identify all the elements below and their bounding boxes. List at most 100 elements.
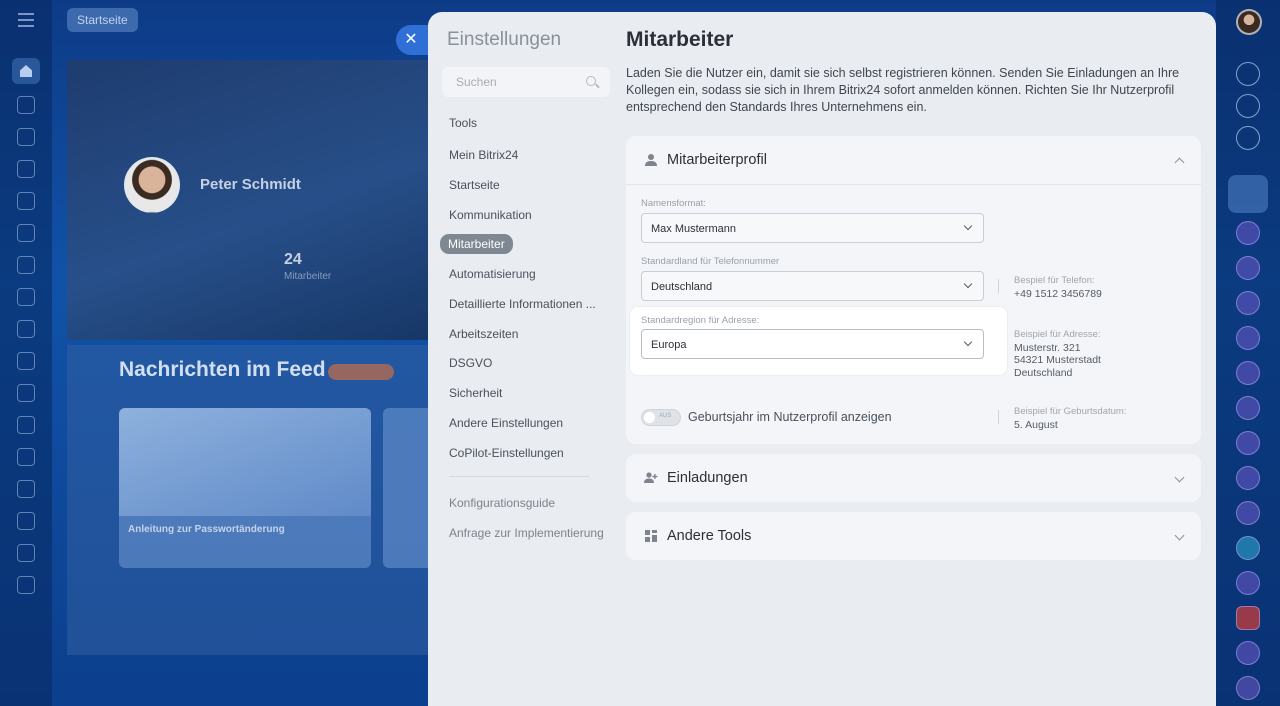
phone-example-value: +49 1512 3456789 (1014, 287, 1102, 300)
rail-icon[interactable] (17, 448, 35, 466)
rail-icon[interactable] (17, 128, 35, 146)
nav-item-automatisierung[interactable]: Automatisierung (449, 267, 536, 281)
phone-country-select[interactable]: Deutschland (641, 271, 984, 301)
settings-nav: Einstellungen Suchen Tools Mein Bitrix24… (428, 12, 614, 706)
nav-item-dsgvo[interactable]: DSGVO (449, 356, 492, 370)
breadcrumb[interactable]: Startseite (67, 8, 138, 32)
address-region-field: Standardregion für Adresse: Europa (630, 307, 1007, 375)
close-button[interactable]: ✕ (396, 25, 430, 55)
nav-item-copilot-einstellungen[interactable]: CoPilot-Einstellungen (449, 446, 564, 460)
nav-item-sicherheit[interactable]: Sicherheit (449, 386, 502, 400)
rail-icon[interactable] (17, 416, 35, 434)
nav-item-arbeitszeiten[interactable]: Arbeitszeiten (449, 327, 518, 341)
address-region-value: Europa (651, 339, 687, 351)
nav-item-konfigurationsguide[interactable]: Konfigurationsguide (449, 496, 555, 510)
left-rail (0, 0, 52, 706)
home-icon[interactable] (12, 58, 40, 84)
profile-name: Peter Schmidt (200, 176, 301, 193)
nav-item-andere-einstellungen[interactable]: Andere Einstellungen (449, 416, 563, 430)
add-user-icon (644, 472, 658, 483)
chat-avatar[interactable] (1236, 291, 1260, 315)
chevron-down-icon (963, 337, 973, 347)
copilot-icon[interactable] (1236, 94, 1260, 118)
phone-country-label: Standardland für Telefonnummer (641, 256, 780, 267)
page-description: Laden Sie die Nutzer ein, damit sie sich… (626, 66, 1180, 114)
address-example-line: Deutschland (1014, 366, 1073, 379)
chat-avatar[interactable] (1236, 396, 1260, 420)
search-icon[interactable] (1236, 126, 1260, 150)
rail-icon[interactable] (17, 480, 35, 498)
nav-item-tools[interactable]: Tools (449, 116, 477, 130)
rail-icon[interactable] (17, 256, 35, 274)
profile-section: Mitarbeiterprofil Namensformat: Max Must… (626, 136, 1201, 444)
nav-item-detaillierte-informationen[interactable]: Detaillierte Informationen ... (449, 297, 596, 311)
birth-year-toggle-label: Geburtsjahr im Nutzerprofil anzeigen (688, 410, 892, 424)
rail-icon[interactable] (17, 576, 35, 594)
other-tools-section[interactable]: Andere Tools (626, 512, 1201, 560)
chevron-up-icon[interactable] (1174, 157, 1185, 168)
chat-avatar[interactable] (1236, 676, 1260, 700)
invitations-section[interactable]: Einladungen (626, 454, 1201, 502)
grid-icon (645, 530, 657, 542)
nav-item-startseite[interactable]: Startseite (449, 178, 500, 192)
rail-icon[interactable] (17, 160, 35, 178)
search-icon (586, 76, 596, 86)
invitations-section-title: Einladungen (667, 470, 748, 486)
chat-avatar[interactable] (1236, 466, 1260, 490)
settings-panel: Einstellungen Suchen Tools Mein Bitrix24… (428, 12, 1216, 706)
separator (998, 279, 999, 293)
name-format-value: Max Mustermann (651, 223, 736, 235)
active-chat[interactable] (1228, 175, 1268, 213)
rail-icon[interactable] (17, 512, 35, 530)
rail-icon[interactable] (17, 320, 35, 338)
rail-icon[interactable] (17, 96, 35, 114)
profile-banner (67, 60, 447, 340)
feed-badge (328, 364, 394, 380)
employee-count-label: Mitarbeiter (284, 271, 332, 282)
chat-avatar[interactable] (1236, 326, 1260, 350)
chat-avatar[interactable] (1236, 606, 1260, 630)
name-format-select[interactable]: Max Mustermann (641, 213, 984, 243)
address-region-select[interactable]: Europa (641, 329, 984, 359)
invitations-section-header[interactable]: Einladungen (626, 454, 1201, 502)
chat-avatar[interactable] (1236, 431, 1260, 455)
chat-avatar[interactable] (1236, 256, 1260, 280)
nav-item-kommunikation[interactable]: Kommunikation (449, 208, 532, 222)
bell-icon[interactable] (1236, 62, 1260, 86)
user-avatar[interactable] (1236, 9, 1262, 35)
rail-icon[interactable] (17, 224, 35, 242)
separator (998, 410, 999, 424)
search-input[interactable]: Suchen (442, 67, 610, 97)
rail-icon[interactable] (17, 384, 35, 402)
employee-count: 24 (284, 251, 302, 268)
other-tools-section-title: Andere Tools (667, 528, 752, 544)
page-title: Mitarbeiter (626, 28, 734, 51)
chat-avatar[interactable] (1236, 501, 1260, 525)
avatar (124, 157, 180, 213)
chat-avatar[interactable] (1236, 536, 1260, 560)
other-tools-section-header[interactable]: Andere Tools (626, 512, 1201, 560)
chat-avatar[interactable] (1236, 221, 1260, 245)
nav-item-anfrage-implementierung[interactable]: Anfrage zur Implementierung (449, 526, 604, 540)
chat-avatar[interactable] (1236, 361, 1260, 385)
rail-icon[interactable] (17, 288, 35, 306)
profile-section-header[interactable]: Mitarbeiterprofil (626, 136, 1201, 184)
address-example-line: Musterstr. 321 (1014, 341, 1081, 354)
chat-avatar[interactable] (1236, 641, 1260, 665)
nav-divider (449, 476, 589, 477)
nav-item-mitarbeiter[interactable]: Mitarbeiter (440, 234, 513, 254)
chevron-down-icon (963, 279, 973, 289)
birth-year-toggle[interactable]: AUS (641, 409, 681, 426)
chevron-down-icon[interactable] (1174, 472, 1185, 483)
address-example-label: Beispiel für Adresse: (1014, 329, 1101, 340)
address-example-line: 54321 Musterstadt (1014, 354, 1101, 366)
menu-icon[interactable] (18, 13, 34, 27)
rail-icon[interactable] (17, 352, 35, 370)
rail-icon[interactable] (17, 544, 35, 562)
name-format-label: Namensformat: (641, 198, 706, 209)
rail-icon[interactable] (17, 192, 35, 210)
chat-avatar[interactable] (1236, 571, 1260, 595)
chevron-down-icon[interactable] (1174, 530, 1185, 541)
nav-item-mein-bitrix24[interactable]: Mein Bitrix24 (449, 148, 518, 162)
address-region-label: Standardregion für Adresse: (641, 315, 760, 326)
